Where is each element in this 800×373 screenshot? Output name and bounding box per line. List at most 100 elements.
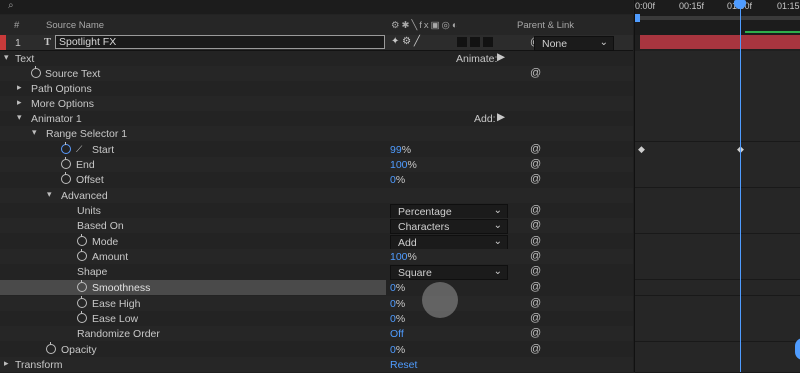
prop-range-selector[interactable]: ▾ Range Selector 1 xyxy=(0,126,633,142)
expand-down-icon[interactable]: ▾ xyxy=(47,189,52,200)
timeline-row xyxy=(635,234,800,251)
chevron-down-icon: ⌄ xyxy=(493,205,502,216)
mouse-cursor-indicator xyxy=(422,282,458,318)
offset-value[interactable]: 0% xyxy=(390,174,405,186)
prop-text[interactable]: ▾ Text Animate: ▶ xyxy=(0,51,633,66)
graph-icon[interactable]: ⟋ xyxy=(76,144,82,155)
layer-panel: ⌕ # Source Name ⚙✱╲fx▣◎◐ Parent & Link 1… xyxy=(0,0,633,373)
prop-randomize[interactable]: Randomize Order Off @ xyxy=(0,326,633,342)
stopwatch-icon[interactable] xyxy=(31,66,41,78)
pickwhip-icon[interactable]: @ xyxy=(530,265,541,277)
start-value[interactable]: 99% xyxy=(390,144,411,156)
timeline-row xyxy=(635,264,800,281)
opacity-value[interactable]: 0% xyxy=(390,344,405,356)
stopwatch-icon[interactable] xyxy=(77,311,87,323)
pickwhip-icon[interactable]: @ xyxy=(530,158,541,170)
layer-name-field[interactable]: Spotlight FX xyxy=(55,35,385,49)
prop-ease-low[interactable]: Ease Low 0% @ xyxy=(0,311,633,326)
search-bar[interactable]: ⌕ xyxy=(0,0,633,14)
label-color[interactable] xyxy=(0,35,6,50)
smoothness-value[interactable]: 0% xyxy=(390,282,405,294)
prop-shape[interactable]: Shape Square ⌄ @ xyxy=(0,264,633,280)
prop-smoothness[interactable]: Smoothness xyxy=(0,280,386,296)
stopwatch-icon[interactable] xyxy=(46,342,56,354)
layer-switch-icons[interactable]: ✦ ⚙ ╱ xyxy=(391,36,420,47)
expand-right-icon[interactable]: ▸ xyxy=(17,82,22,93)
prop-source-text[interactable]: Source Text @ xyxy=(0,66,633,82)
timeline-row xyxy=(635,203,800,220)
pickwhip-icon[interactable]: @ xyxy=(530,343,541,355)
end-value[interactable]: 100% xyxy=(390,159,417,171)
timeline-row xyxy=(635,111,800,128)
parent-dropdown[interactable]: None ⌄ xyxy=(534,36,614,51)
prop-advanced[interactable]: ▾ Advanced xyxy=(0,188,633,204)
timeline-row xyxy=(635,218,800,235)
ease-low-value[interactable]: 0% xyxy=(390,313,405,325)
pickwhip-icon[interactable]: @ xyxy=(530,327,541,339)
layer-duration-bar[interactable] xyxy=(640,35,800,49)
mode-dropdown[interactable]: Add ⌄ xyxy=(390,235,508,250)
playhead[interactable] xyxy=(740,6,741,372)
pickwhip-icon[interactable]: @ xyxy=(530,250,541,262)
prop-units[interactable]: Units Percentage ⌄ @ xyxy=(0,203,633,219)
pickwhip-icon[interactable]: @ xyxy=(530,143,541,155)
pickwhip-icon[interactable]: @ xyxy=(530,204,541,216)
based-on-dropdown[interactable]: Characters ⌄ xyxy=(390,219,508,234)
prop-animator[interactable]: ▾ Animator 1 Add: ▶ xyxy=(0,111,633,126)
reset-link[interactable]: Reset xyxy=(390,359,417,371)
stopwatch-icon[interactable] xyxy=(77,234,87,246)
expand-down-icon[interactable]: ▾ xyxy=(4,52,9,63)
stopwatch-icon[interactable] xyxy=(77,249,87,261)
prop-start[interactable]: ⟋ Start 99% @ xyxy=(0,142,633,157)
prop-end[interactable]: End 100% @ xyxy=(0,157,633,173)
prop-ease-high[interactable]: Ease High 0% @ xyxy=(0,296,633,312)
stopwatch-icon[interactable] xyxy=(77,296,87,308)
work-area-bar[interactable] xyxy=(635,16,800,20)
timeline-row xyxy=(635,296,800,313)
parent-link-header[interactable]: Parent & Link xyxy=(517,20,574,31)
timeline-panel[interactable]: 0:00f 00:15f 01:00f 01:15 ◆ ◆ xyxy=(634,0,800,373)
pickwhip-icon[interactable]: @ xyxy=(530,173,541,185)
stopwatch-icon[interactable] xyxy=(77,280,87,292)
pickwhip-icon[interactable]: @ xyxy=(530,281,541,293)
pickwhip-icon[interactable]: @ xyxy=(530,312,541,324)
scroll-handle[interactable] xyxy=(795,338,800,360)
expand-right-icon[interactable]: ▸ xyxy=(4,358,9,369)
pickwhip-icon[interactable]: @ xyxy=(530,219,541,231)
prop-transform[interactable]: ▸ Transform Reset xyxy=(0,357,633,373)
stopwatch-icon[interactable] xyxy=(61,172,71,184)
ruler-label: 0:00f xyxy=(635,1,656,11)
prop-path-options[interactable]: ▸ Path Options xyxy=(0,81,633,96)
prop-opacity[interactable]: Opacity 0% @ xyxy=(0,342,633,357)
expand-right-icon[interactable]: ▸ xyxy=(17,97,22,108)
pickwhip-icon[interactable]: @ xyxy=(530,67,541,79)
expand-down-icon[interactable]: ▾ xyxy=(32,127,37,138)
randomize-value[interactable]: Off xyxy=(390,328,404,340)
play-circle-icon[interactable]: ▶ xyxy=(497,111,505,123)
prop-more-options[interactable]: ▸ More Options xyxy=(0,96,633,112)
units-dropdown[interactable]: Percentage ⌄ xyxy=(390,204,508,219)
stopwatch-icon[interactable] xyxy=(61,142,71,154)
keyframe-icon[interactable]: ◆ xyxy=(638,144,645,155)
expand-down-icon[interactable]: ▾ xyxy=(17,112,22,123)
ease-high-value[interactable]: 0% xyxy=(390,298,405,310)
prop-mode[interactable]: Mode Add ⌄ @ xyxy=(0,234,633,250)
ruler-label: 01:15 xyxy=(777,1,800,11)
pickwhip-icon[interactable]: @ xyxy=(530,235,541,247)
time-ruler[interactable]: 0:00f 00:15f 01:00f 01:15 xyxy=(635,0,800,35)
shape-dropdown[interactable]: Square ⌄ xyxy=(390,265,508,280)
layer-row[interactable]: 1 T Spotlight FX ✦ ⚙ ╱ @ None⌄ xyxy=(0,35,633,51)
stopwatch-icon[interactable] xyxy=(61,157,71,169)
prop-offset[interactable]: Offset 0% @ xyxy=(0,172,633,187)
prop-based-on[interactable]: Based On Characters ⌄ @ xyxy=(0,218,633,234)
amount-value[interactable]: 100% xyxy=(390,251,417,263)
prop-amount[interactable]: Amount 100% @ xyxy=(0,249,633,265)
play-circle-icon[interactable]: ▶ xyxy=(497,51,505,63)
work-area-start[interactable] xyxy=(635,14,640,22)
timeline-row xyxy=(635,96,800,113)
source-name-header[interactable]: Source Name xyxy=(46,20,104,31)
search-icon[interactable]: ⌕ xyxy=(8,0,14,11)
pickwhip-icon[interactable]: @ xyxy=(530,297,541,309)
layer-name: Spotlight FX xyxy=(59,36,117,48)
switch-boxes[interactable] xyxy=(457,37,493,50)
